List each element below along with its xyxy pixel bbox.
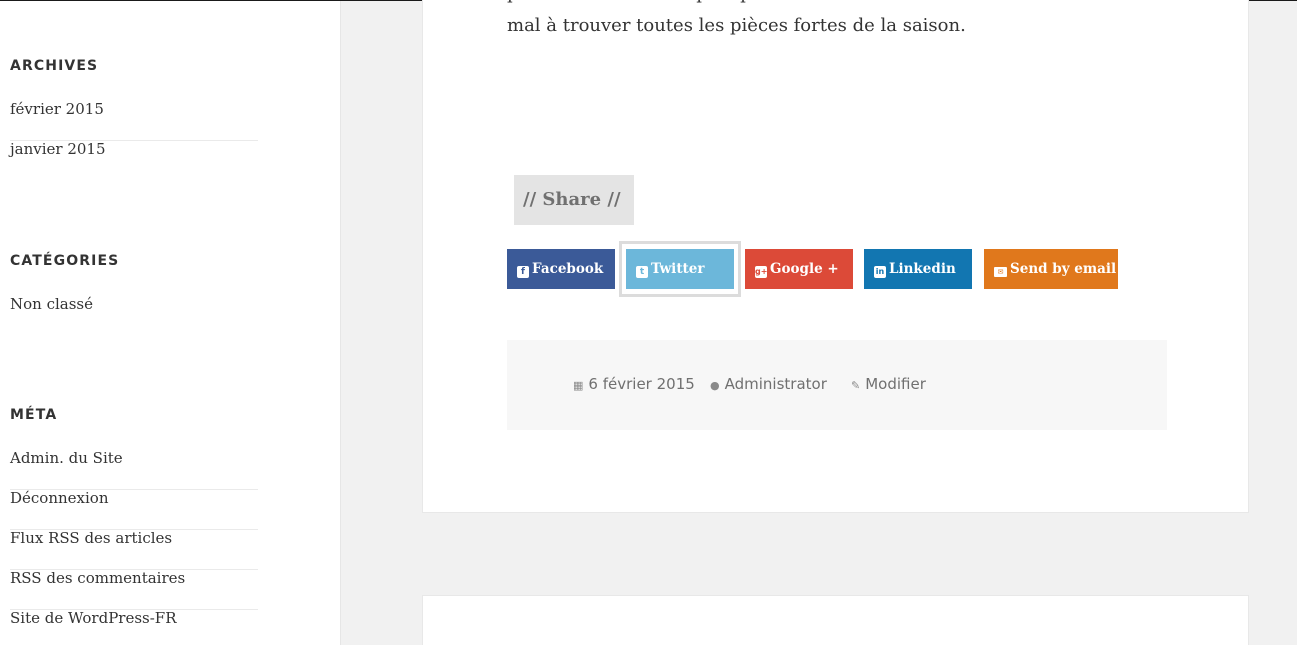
pencil-icon: ✎ — [851, 379, 861, 392]
meta-title: MÉTA — [10, 407, 58, 423]
meta-item-admin[interactable]: Admin. du Site — [10, 449, 258, 490]
archives-list: février 2015 janvier 2015 — [10, 100, 258, 181]
facebook-icon: f — [517, 266, 529, 278]
categories-list: Non classé — [10, 295, 258, 336]
google-plus-share-button[interactable]: g+ Google + — [745, 249, 853, 289]
edit-link[interactable]: ✎ Modifier — [851, 375, 926, 393]
archives-widget: ARCHIVES février 2015 janvier 2015 — [10, 58, 258, 181]
archive-item[interactable]: janvier 2015 — [10, 140, 258, 181]
twitter-share-button[interactable]: t Twitter — [626, 249, 734, 289]
twitter-label: Twitter — [651, 261, 705, 277]
post-paragraph: pido. Ca tombe bien puisque dans notre c… — [507, 0, 1149, 36]
email-label: Send by email — [1010, 261, 1117, 277]
linkedin-icon: in — [874, 266, 886, 278]
twitter-icon: t — [636, 266, 648, 278]
google-plus-icon: g+ — [755, 266, 768, 278]
sidebar: ARCHIVES février 2015 janvier 2015 CATÉG… — [0, 1, 341, 645]
facebook-share-button[interactable]: f Facebook — [507, 249, 615, 289]
post-card: pido. Ca tombe bien puisque dans notre c… — [422, 0, 1249, 513]
meta-item-wordpress-fr[interactable]: Site de WordPress-FR — [10, 609, 258, 645]
email-share-button[interactable]: ✉ Send by email — [984, 249, 1118, 289]
categories-widget: CATÉGORIES Non classé — [10, 253, 258, 336]
edit-link-text[interactable]: Modifier — [865, 375, 926, 393]
facebook-label: Facebook — [532, 261, 604, 277]
meta-widget: MÉTA Admin. du Site Déconnexion Flux RSS… — [10, 407, 258, 645]
meta-item-rss-articles[interactable]: Flux RSS des articles — [10, 529, 258, 570]
post-date-text[interactable]: 6 février 2015 — [588, 375, 694, 393]
meta-list: Admin. du Site Déconnexion Flux RSS des … — [10, 449, 258, 645]
post-author-text[interactable]: Administrator — [725, 375, 827, 393]
meta-item-logout[interactable]: Déconnexion — [10, 489, 258, 530]
linkedin-share-button[interactable]: in Linkedin — [864, 249, 972, 289]
next-post-card — [422, 595, 1249, 645]
post-date[interactable]: ▦ 6 février 2015 — [573, 375, 695, 393]
envelope-icon: ✉ — [994, 267, 1007, 277]
categories-title: CATÉGORIES — [10, 253, 120, 269]
user-icon: ● — [710, 379, 720, 392]
share-title: // Share // — [514, 175, 634, 225]
archives-title: ARCHIVES — [10, 58, 99, 74]
entry-footer: ▦ 6 février 2015 ● Administrator ✎ Modifier — [507, 340, 1167, 430]
calendar-icon: ▦ — [573, 379, 584, 392]
category-item[interactable]: Non classé — [10, 295, 258, 336]
google-plus-label: Google + — [770, 261, 839, 277]
archive-item[interactable]: février 2015 — [10, 100, 258, 141]
post-author[interactable]: ● Administrator — [710, 375, 827, 393]
meta-item-rss-comments[interactable]: RSS des commentaires — [10, 569, 258, 610]
linkedin-label: Linkedin — [889, 261, 956, 277]
